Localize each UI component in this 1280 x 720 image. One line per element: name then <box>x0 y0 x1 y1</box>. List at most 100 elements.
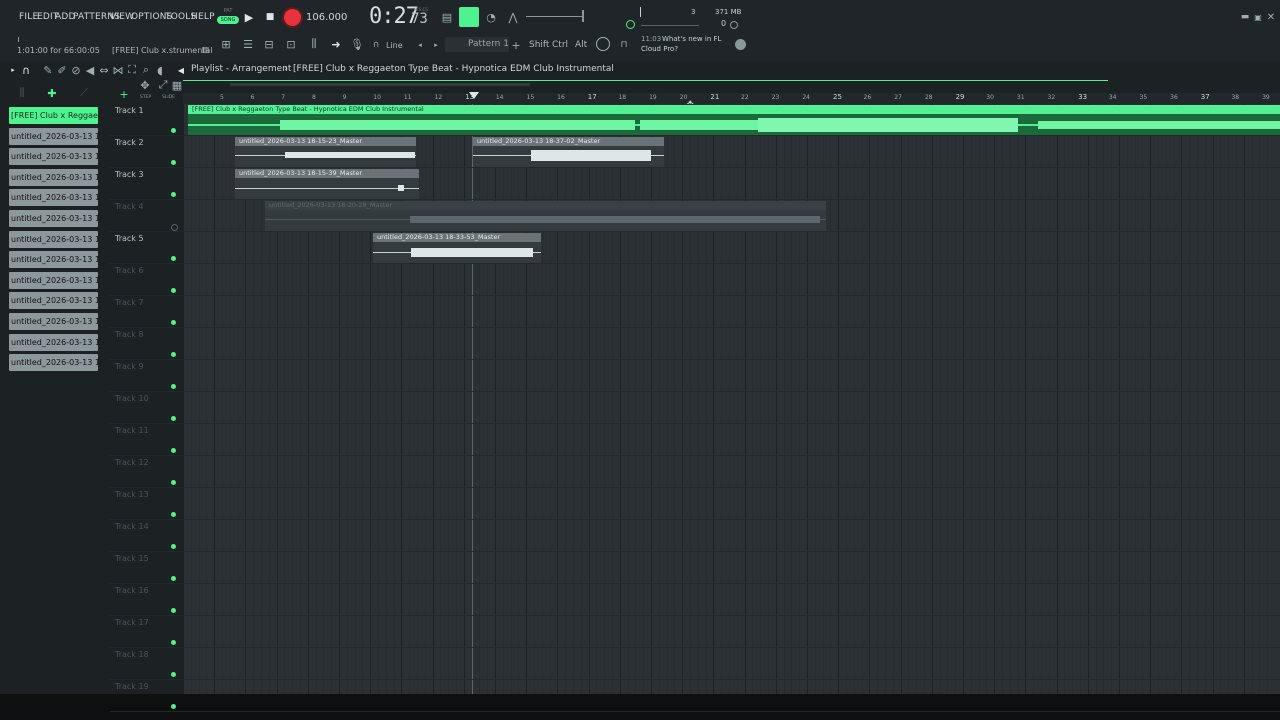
play-icon[interactable]: ▶ <box>243 11 255 24</box>
record-icon[interactable] <box>284 9 301 26</box>
clip-c3[interactable]: untitled_2026-03-13 18-15-39_Master <box>235 169 419 199</box>
track-label[interactable]: Track 2 <box>115 138 144 147</box>
tempo-display[interactable]: 106.000 <box>306 12 347 23</box>
picker-item[interactable]: untitled_2026-03-13 18-... <box>9 313 98 330</box>
picker-automation-icon[interactable]: ⟋ <box>77 86 91 99</box>
pattern-selector[interactable]: Pattern 1 <box>445 37 509 52</box>
picker-item[interactable]: untitled_2026-03-13 18-... <box>9 127 98 145</box>
menu-file[interactable]: FILE <box>19 12 38 22</box>
track-mute-led[interactable] <box>171 128 176 133</box>
paint-tool-icon[interactable]: ✐ <box>56 64 68 77</box>
track-mute-led[interactable] <box>171 640 176 645</box>
picker-item[interactable]: untitled_2026-03-13 18-... <box>9 210 98 227</box>
picker-item[interactable]: untitled_2026-03-13 18-... <box>9 333 98 351</box>
track-mute-led[interactable] <box>171 352 176 357</box>
add-pattern-icon[interactable]: + <box>511 39 521 52</box>
track-label[interactable]: Track 10 <box>115 394 149 403</box>
picker-item[interactable]: untitled_2026-03-13 18-... <box>9 271 98 289</box>
timeline-ruler[interactable]: 5 6 7 8 9 10 11 12 13 14 15 16 17 18 19 20 21 22 23 24 25 26 2… <box>183 93 1280 104</box>
trash-icon[interactable]: ▥ <box>201 44 210 54</box>
clip-c4-muted[interactable]: untitled_2026-03-13 18-20-28_Master <box>265 201 826 231</box>
channel-rack-icon[interactable]: ⊟ <box>262 37 276 51</box>
track-label[interactable]: Track 1 <box>115 106 144 115</box>
delete-tool-icon[interactable]: ⊘ <box>70 64 82 77</box>
playback-tool-icon[interactable]: ◖ <box>154 64 166 77</box>
track-mute-led[interactable] <box>171 384 176 389</box>
maximize-icon[interactable]: ▣ <box>1253 12 1263 22</box>
picker-item[interactable]: untitled_2026-03-13 18-... <box>9 168 98 186</box>
globe-icon[interactable] <box>735 39 746 50</box>
master-pitch-slider[interactable] <box>526 16 584 17</box>
slice-tool-icon[interactable]: ⋈ <box>112 64 124 77</box>
wait-input-icon[interactable]: ◔ <box>483 10 499 24</box>
track-label[interactable]: Track 4 <box>115 202 144 211</box>
snap-value[interactable]: Line <box>386 41 403 50</box>
slip-tool-icon[interactable]: ⇔ <box>98 64 110 77</box>
clip-c2[interactable]: untitled_2026-03-13 18-37-02_Master <box>473 137 664 167</box>
slider-handle[interactable] <box>582 10 584 22</box>
track-mute-led[interactable] <box>171 192 176 197</box>
link-icon[interactable]: ⤢ <box>158 78 168 91</box>
cart-icon[interactable]: ⊓ <box>618 39 630 51</box>
track-label[interactable]: Track 3 <box>115 170 144 179</box>
picker-item[interactable]: untitled_2026-03-13 18-... <box>9 189 98 207</box>
track-label[interactable]: Track 16 <box>115 586 149 595</box>
browser-icon[interactable]: ☰ <box>241 37 255 51</box>
track-label[interactable]: Track 11 <box>115 426 149 435</box>
news-line-2[interactable]: Cloud Pro? <box>641 45 678 53</box>
track-mute-led[interactable] <box>171 256 176 261</box>
track-label[interactable]: Track 5 <box>115 234 144 243</box>
cloud-icon[interactable] <box>596 37 610 51</box>
picker-audio-icon[interactable]: ✚ <box>45 87 59 100</box>
clip-c1[interactable]: untitled_2026-03-13 18-15-23_Master <box>235 137 416 167</box>
playhead-marker[interactable] <box>469 92 479 99</box>
track-mute-led[interactable] <box>171 480 176 485</box>
metronome-icon[interactable]: ⋀ <box>505 10 521 24</box>
ctrl-key[interactable]: Ctrl <box>552 40 568 50</box>
track-mute-led[interactable] <box>171 512 176 517</box>
track-label[interactable]: Track 14 <box>115 522 149 531</box>
piano-roll-icon[interactable]: ⊡ <box>284 37 298 51</box>
track-label[interactable]: Track 18 <box>115 650 149 659</box>
close-icon[interactable]: ✕ <box>1266 12 1276 23</box>
playlist-menu-icon[interactable]: ▸ <box>9 65 17 75</box>
picker-item[interactable]: untitled_2026-03-13 18-... <box>9 148 98 166</box>
track-mute-led[interactable] <box>171 704 176 709</box>
zoom-tool-icon[interactable]: ⌕ <box>140 63 152 76</box>
shift-key[interactable]: Shift <box>529 40 549 50</box>
arrangement-icon[interactable]: ◀ <box>176 64 186 76</box>
snap-prev-icon[interactable]: ◂ <box>415 40 425 50</box>
minimize-icon[interactable]: ▬ <box>1240 12 1250 22</box>
picker-item[interactable]: untitled_2026-03-13 18-... <box>9 251 98 269</box>
menu-help[interactable]: HELP <box>191 12 215 22</box>
track-label[interactable]: Track 7 <box>115 298 144 307</box>
track-label[interactable]: Track 19 <box>115 682 149 691</box>
alt-key[interactable]: Alt <box>575 40 587 50</box>
track-label[interactable]: Track 9 <box>115 362 144 371</box>
mute-tool-icon[interactable]: ◀ <box>84 64 96 77</box>
arrow-right-icon[interactable]: ➜ <box>329 37 343 51</box>
track-label[interactable]: Track 12 <box>115 458 149 467</box>
track-label[interactable]: Track 15 <box>115 554 149 563</box>
overview-strip[interactable] <box>230 83 530 86</box>
select-tool-icon[interactable]: ⛶ <box>126 63 138 76</box>
clip-c5[interactable]: untitled_2026-03-13 18-33-53_Master <box>373 233 541 263</box>
snap-next-icon[interactable]: ▸ <box>431 40 441 50</box>
playlist-icon[interactable]: ⊞ <box>219 37 233 51</box>
track-mute-led[interactable] <box>171 224 178 231</box>
magnet-icon[interactable]: ∩ <box>371 40 381 50</box>
track-mute-led[interactable] <box>171 576 176 581</box>
picker-item[interactable]: untitled_2026-03-13 18-... <box>9 292 98 310</box>
track-mute-led[interactable] <box>171 608 176 613</box>
track-mute-led[interactable] <box>171 160 176 165</box>
grid-settings-icon[interactable]: ▦ <box>172 79 182 92</box>
draw-tool-icon[interactable]: ✎ <box>42 64 54 77</box>
track-mute-led[interactable] <box>171 544 176 549</box>
track-label[interactable]: Track 17 <box>115 618 149 627</box>
clip-main-audio[interactable]: [FREE] Club x Reggaeton Type Beat - Hypn… <box>188 105 1280 135</box>
typing-keyboard-icon[interactable]: ▤ <box>439 10 455 24</box>
microphone-icon[interactable]: 🎙 <box>350 37 364 51</box>
add-track-icon[interactable]: + <box>119 88 128 101</box>
track-mute-led[interactable] <box>171 448 176 453</box>
step-edit-icon[interactable] <box>459 7 479 27</box>
